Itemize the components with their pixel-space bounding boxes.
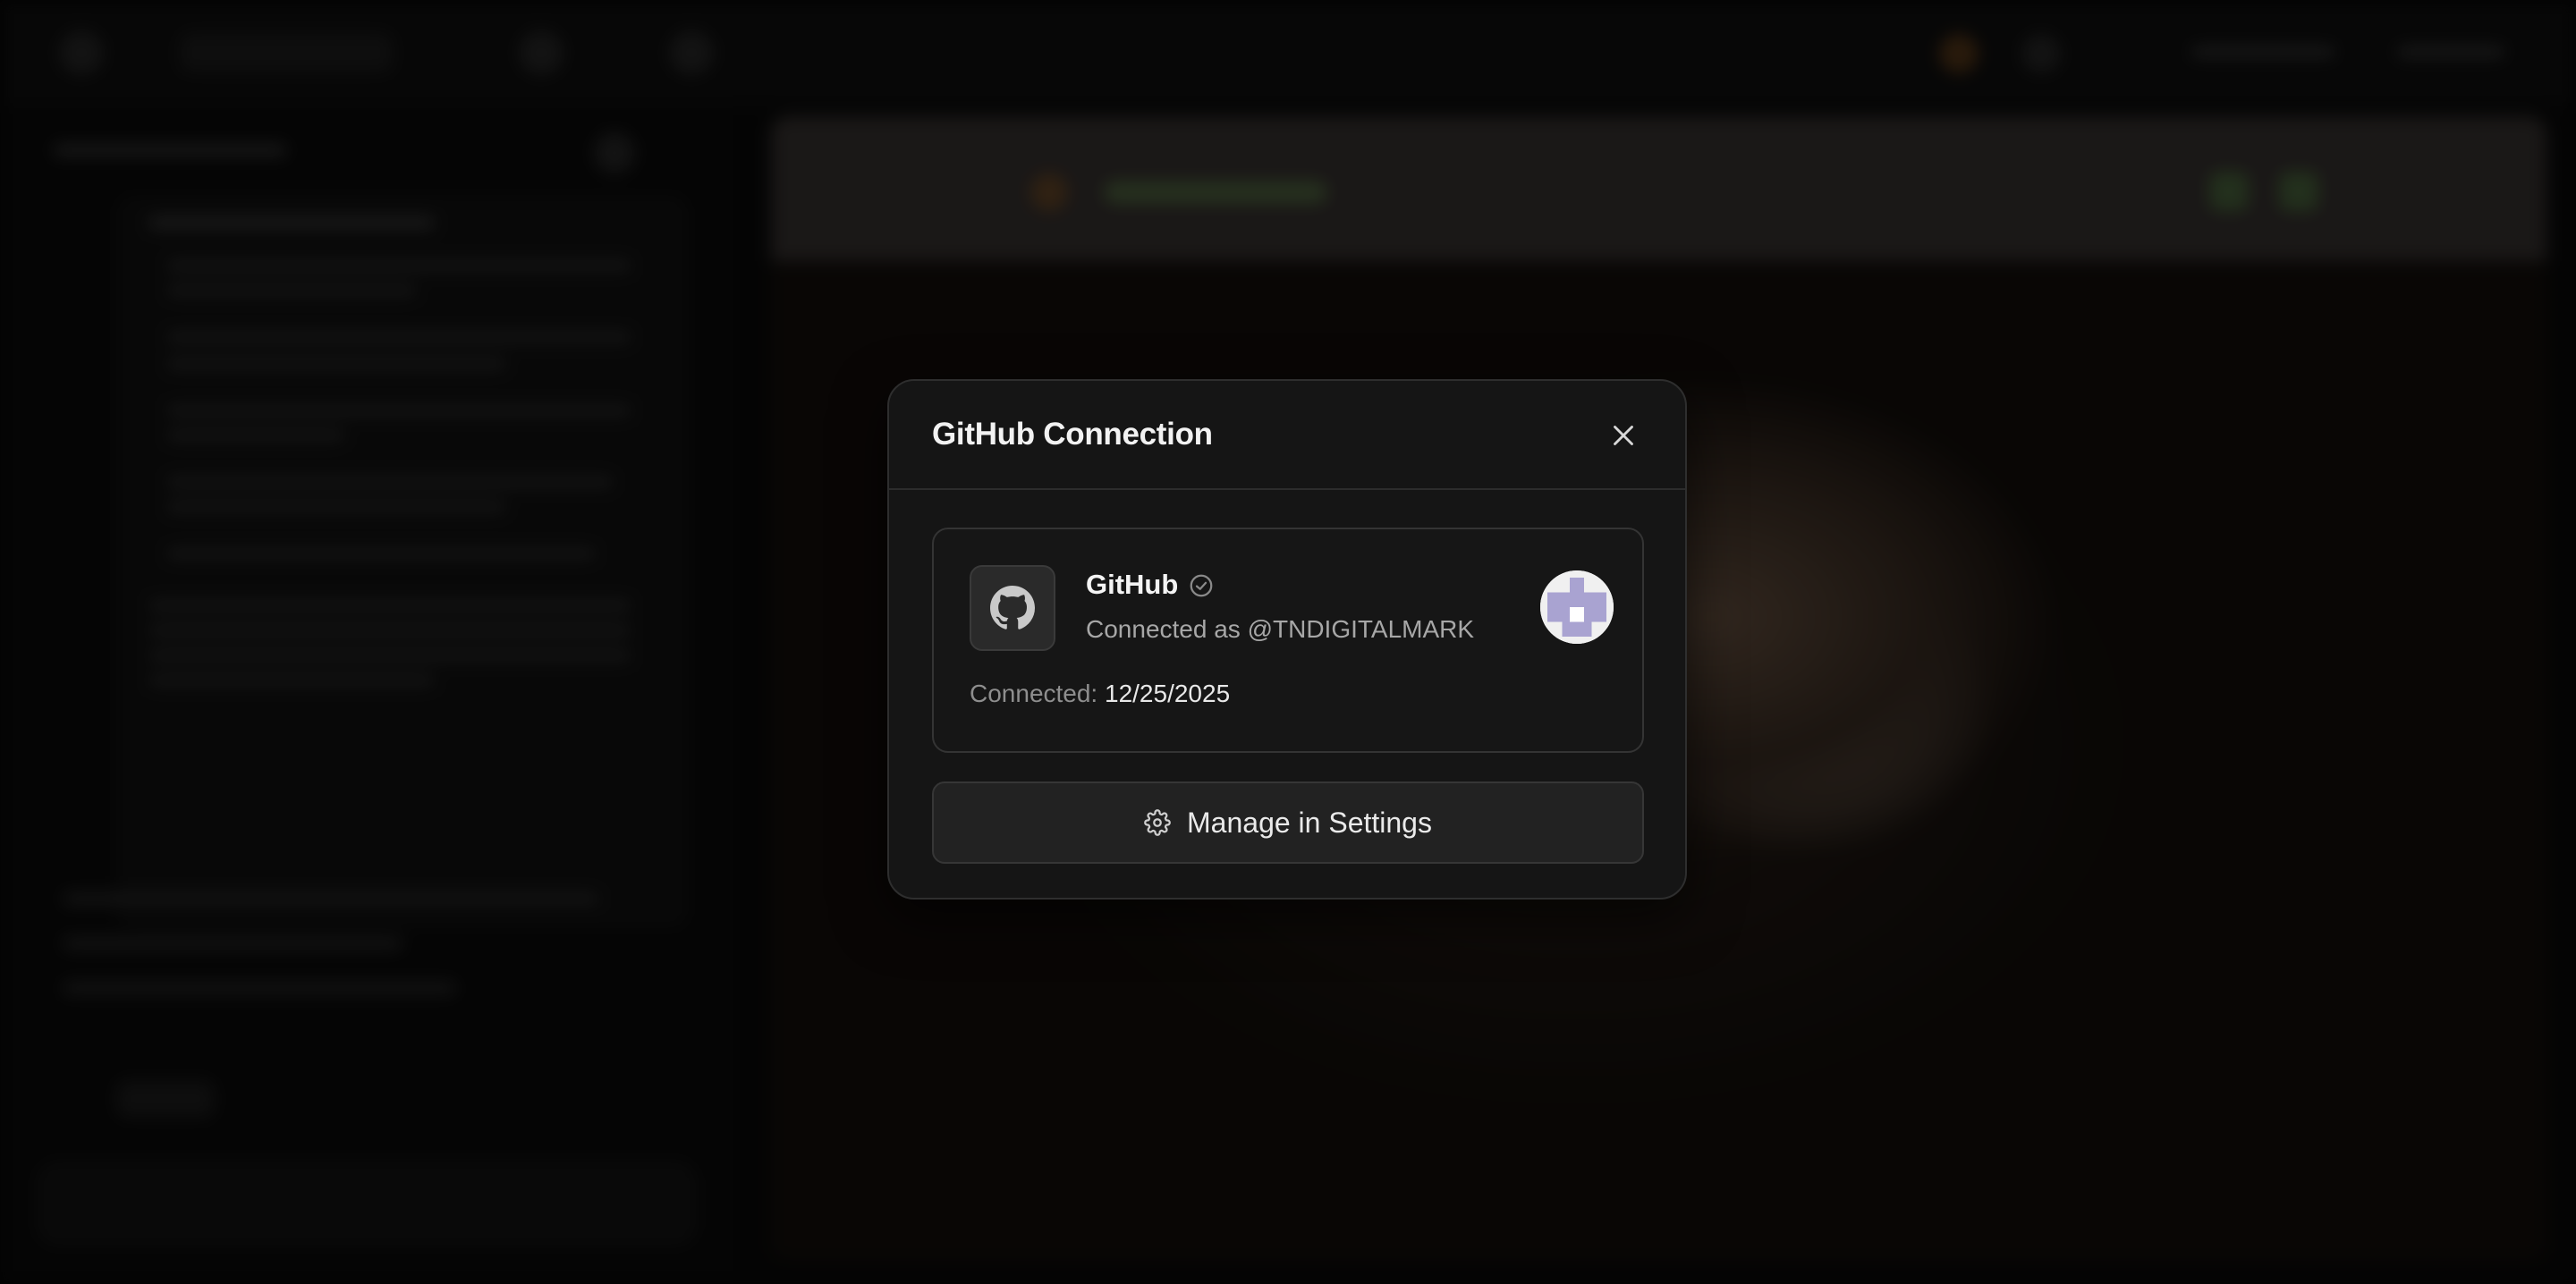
close-icon — [1614, 426, 1633, 445]
provider-logo — [970, 565, 1055, 651]
manage-button-label: Manage in Settings — [1187, 806, 1432, 839]
connected-date: Connected: 12/25/2025 — [970, 680, 1230, 708]
avatar — [1540, 570, 1614, 644]
connected-account: Connected as @TNDIGITALMARK — [1086, 615, 1475, 643]
dialog-title: GitHub Connection — [932, 417, 1213, 452]
connected-date-value: 12/25/2025 — [1105, 680, 1231, 707]
github-icon — [990, 586, 1035, 629]
close-button[interactable] — [1606, 418, 1640, 452]
provider-name: GitHub — [1086, 569, 1179, 600]
verified-badge — [1188, 572, 1215, 599]
connection-card: GitHub Connected as @TNDIGITALMARK Conne… — [932, 528, 1644, 753]
identicon-avatar — [1540, 570, 1614, 644]
dialog-header: GitHub Connection — [889, 381, 1685, 490]
connected-date-label: Connected: — [970, 680, 1098, 707]
manage-in-settings-button[interactable]: Manage in Settings — [932, 781, 1644, 864]
check-circle-icon — [1190, 574, 1213, 597]
gear-icon — [1144, 809, 1171, 836]
github-connection-dialog: GitHub Connection GitHub Connected as @T… — [887, 379, 1687, 900]
